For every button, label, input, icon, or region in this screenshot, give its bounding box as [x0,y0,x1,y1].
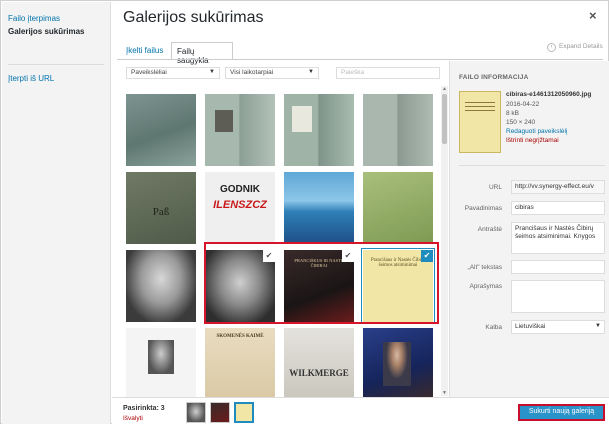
media-type-filter[interactable]: Paveikslėliai ▼ [126,67,220,79]
create-gallery-button[interactable]: Sukurti naują galeriją [518,404,605,421]
chevron-left-icon: ‹ [547,43,556,52]
dropdown-arrow-icon: ▼ [308,69,314,75]
media-tile[interactable] [363,328,433,397]
scrollbar-thumb[interactable] [442,94,447,144]
thumb-text-line [465,110,495,111]
green-book-cover-image [363,172,433,244]
date-filter[interactable]: Visi laikotarpiai ▼ [225,67,319,79]
details-dimensions: 150 × 240 [506,119,536,126]
media-tile[interactable] [205,94,275,166]
media-grid: Paß GODNIK ILENSZCZ ✔ PRANCIŠKUS IR NAST… [117,85,447,397]
language-value: Lietuviškai [515,323,546,330]
details-size: 8 kB [506,110,520,117]
thumb-text-line [465,102,495,103]
media-tile-current[interactable]: Prancišaus ir Nastės Čibirų šeimos atsim… [362,249,434,323]
grid-scrollbar[interactable]: ▲ ▼ [441,86,448,396]
media-modal: Failo įterpimas Galerijos sukūrimas Įter… [0,0,609,424]
sidebar-divider [8,64,104,65]
modal-toolbar: Pasirinkta: 3 Išvalyti Sukurti naują gal… [112,397,609,424]
thumb-text-line [465,106,495,107]
stamp-photo-shape [292,106,312,132]
media-tile[interactable] [126,250,196,322]
media-tile-selected[interactable]: PRANCIŠKUS IR NASTĖ ČIBIRAI ✔ [283,249,355,323]
language-label: Kalba [485,324,502,331]
dropdown-arrow-icon: ▼ [209,69,215,75]
scroll-up-icon[interactable]: ▲ [441,86,448,92]
description-textarea[interactable] [511,280,605,313]
attachment-details-panel: FAILO INFORMACIJA cibiras-e1461312050960… [449,61,609,397]
check-icon[interactable]: ✔ [263,250,275,262]
check-icon[interactable]: ✔ [342,250,354,262]
newspaper-title-text: GODNIK [220,184,260,195]
selection-thumb[interactable] [186,402,206,423]
modal-title: Galerijos sukūrimas [123,9,264,26]
man-figure-shape [383,342,411,386]
media-tile[interactable]: GODNIK ILENSZCZ [205,172,275,244]
details-section-title: FAILO INFORMACIJA [459,74,529,81]
expand-details-button[interactable]: ‹ Expand Details [547,43,603,52]
selection-thumb[interactable] [210,402,230,423]
newspaper-red-text: ILENSZCZ [213,199,267,211]
details-divider [459,165,605,166]
yellow-book-title-text: Prancišaus ir Nastės Čibirų šeimos atsim… [370,258,426,268]
wilkmerge-title-text: WILKMERGE [289,368,349,378]
old-newspaper-title-text: SKOMENĖS KAIMĖ [216,334,264,339]
close-icon[interactable]: × [589,8,597,23]
title-field[interactable]: cibiras [511,201,605,215]
media-tile[interactable]: Paß [126,172,196,244]
sidebar-item-insert-file[interactable]: Failo įterpimas [8,14,60,23]
url-field[interactable]: http://vv.synergy-effect.eu/v [511,180,605,194]
sidebar-item-create-gallery[interactable]: Galerijos sukūrimas [8,27,84,36]
media-tile[interactable] [126,94,196,166]
dropdown-arrow-icon: ▼ [595,323,601,329]
wilkmerge-book-image [284,328,354,397]
caption-textarea[interactable]: Prancišaus ir Nastės Čibirų šeimos atsim… [511,222,605,254]
tab-media-library[interactable]: Failų saugykla [171,42,233,65]
media-tile[interactable] [126,328,196,397]
portrait-man-image [126,250,196,322]
media-tile[interactable] [284,94,354,166]
check-icon[interactable]: ✔ [421,250,433,262]
media-tile[interactable]: WILKMERGE [284,328,354,397]
passport-page-image [126,94,196,166]
landscape-photo-image [284,172,354,244]
selection-thumb-current[interactable] [234,402,254,423]
tab-upload-files[interactable]: Įkelti failus [121,42,168,60]
url-label: URL [488,184,502,191]
modal-sidebar: Failo įterpimas Galerijos sukūrimas Įter… [2,2,111,424]
media-tile[interactable] [284,172,354,244]
details-thumbnail [459,91,501,153]
description-label: Aprašymas [469,283,502,290]
alt-text-label: „Alt" tekstas [467,264,502,271]
language-select[interactable]: Lietuviškai ▼ [511,320,605,334]
details-date: 2016-04-22 [506,101,540,108]
pass-cover-text: Paß [152,206,170,218]
title-label: Pavadinimas [464,205,502,212]
portrait-photo-shape [215,110,233,132]
date-filter-value: Visi laikotarpiai [230,69,274,76]
scroll-down-icon[interactable]: ▼ [441,390,448,396]
caption-label: Antraštė [477,226,502,233]
tab-divider [117,59,603,60]
media-tile[interactable]: SKOMENĖS KAIMĖ [205,328,275,397]
details-filename: cibiras-e1461312050960.jpg [506,91,592,98]
media-type-value: Paveikslėliai [131,69,167,76]
alt-text-field[interactable] [511,260,605,274]
small-portrait-photo [148,340,174,374]
delete-permanently-link[interactable]: Ištrinti negrįžtamai [506,137,559,144]
dark-book-title-text: PRANCIŠKUS IR NASTĖ ČIBIRAI [294,258,344,268]
selection-count: Pasirinkta: 3 [123,405,165,412]
passport-text-page-image [363,94,433,166]
clear-selection-link[interactable]: Išvalyti [123,415,143,422]
media-tile-selected[interactable]: ✔ [204,249,276,323]
expand-details-label: Expand Details [559,43,603,50]
media-tile[interactable] [363,172,433,244]
media-tile[interactable] [363,94,433,166]
edit-image-link[interactable]: Redaguoti paveikslėlį [506,128,567,135]
search-input[interactable]: Paieška [336,67,440,79]
sidebar-item-insert-url[interactable]: Įterpti iš URL [8,74,54,83]
